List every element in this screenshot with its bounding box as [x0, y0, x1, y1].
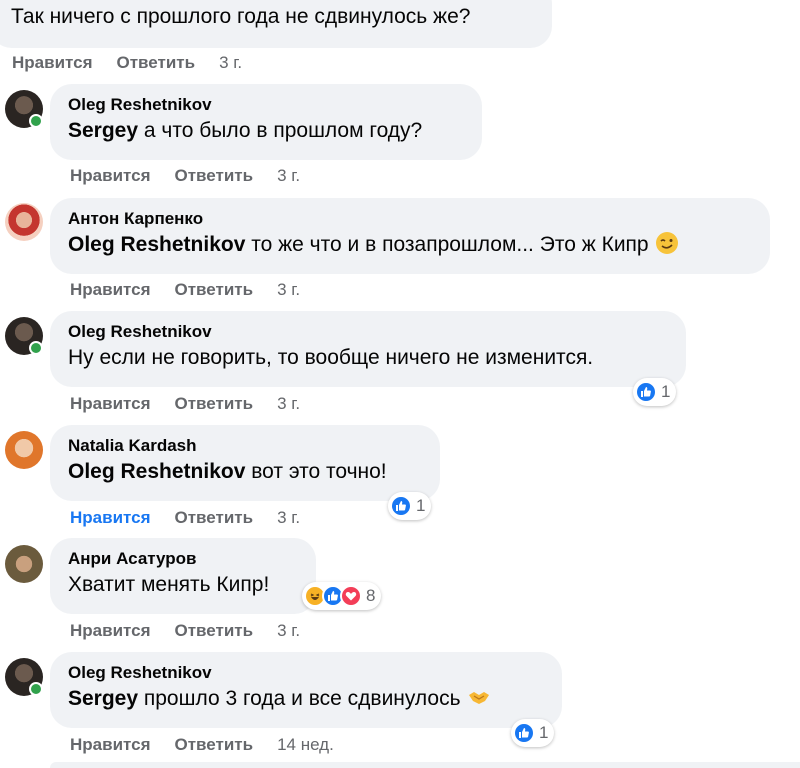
reaction-summary[interactable]: 1	[633, 378, 677, 406]
reply-button[interactable]: Ответить	[175, 394, 254, 414]
reply-button[interactable]: Ответить	[175, 166, 254, 186]
like-button[interactable]: Нравится	[70, 166, 151, 186]
comment-author[interactable]: Анри Асатуров	[68, 548, 298, 570]
comment-timestamp[interactable]: 3 г.	[219, 53, 242, 73]
like-reaction-icon	[390, 495, 412, 517]
avatar[interactable]	[5, 431, 43, 469]
like-reaction-icon	[635, 381, 657, 403]
like-button[interactable]: Нравится	[70, 394, 151, 414]
avatar[interactable]	[5, 203, 43, 241]
like-button[interactable]: Нравится	[70, 621, 151, 641]
like-button[interactable]: Нравится	[70, 280, 151, 300]
comment-body: вот это точно!	[245, 460, 387, 483]
mention-link[interactable]: Oleg Reshetnikov	[68, 460, 245, 483]
comment-body: а что было в прошлом году?	[138, 119, 423, 142]
reply-button[interactable]: Ответить	[175, 735, 254, 755]
mention-link[interactable]: Oleg Reshetnikov	[68, 233, 245, 256]
comment-bubble	[50, 762, 800, 768]
comment-timestamp[interactable]: 3 г.	[277, 166, 300, 186]
avatar[interactable]	[5, 545, 43, 583]
comment-author[interactable]: Oleg Reshetnikov	[68, 662, 544, 684]
comment-actions: Нравится Ответить 3 г.	[70, 280, 300, 300]
reaction-count: 1	[539, 723, 549, 742]
comment-bubble: Oleg Reshetnikov Ну если не говорить, то…	[50, 311, 686, 387]
reaction-summary[interactable]: 1	[388, 492, 432, 520]
comment-bubble: Natalia Kardash Oleg Reshetnikov вот это…	[50, 425, 440, 501]
comment-text: Oleg Reshetnikov вот это точно!	[68, 457, 422, 487]
comment-author[interactable]: Антон Карпенко	[68, 208, 752, 230]
comment-author[interactable]: Oleg Reshetnikov	[68, 94, 464, 116]
reaction-summary[interactable]: 8	[302, 582, 382, 610]
winking-face-emoji	[655, 232, 678, 254]
comment-timestamp[interactable]: 14 нед.	[277, 735, 334, 755]
comment-timestamp[interactable]: 3 г.	[277, 280, 300, 300]
comment-author[interactable]: Natalia Kardash	[68, 435, 422, 457]
comment-actions: Нравится Ответить 3 г.	[70, 508, 300, 528]
online-status-indicator	[29, 114, 43, 128]
love-reaction-icon	[340, 585, 362, 607]
mention-link[interactable]: Sergey	[68, 687, 138, 710]
like-button[interactable]: Нравится	[70, 508, 151, 528]
comment-text: Sergey прошло 3 года и все сдвинулось	[68, 684, 544, 714]
reply-button[interactable]: Ответить	[175, 280, 254, 300]
reaction-count: 8	[366, 586, 376, 605]
comment-text: Sergey а что было в прошлом году?	[68, 116, 464, 146]
reply-button[interactable]: Ответить	[175, 508, 254, 528]
comment-text: Хватит менять Кипр!	[68, 573, 270, 596]
reaction-count: 1	[661, 382, 671, 401]
comment-body: прошло 3 года и все сдвинулось	[138, 687, 461, 710]
comment-actions: Нравится Ответить 14 нед.	[70, 735, 334, 755]
reaction-summary[interactable]: 1	[511, 719, 555, 747]
reaction-count: 1	[416, 496, 426, 515]
comment-bubble: Oleg Reshetnikov Sergey прошло 3 года и …	[50, 652, 562, 728]
reply-button[interactable]: Ответить	[117, 53, 196, 73]
comment-bubble: Анри Асатуров Хватит менять Кипр!	[50, 538, 316, 614]
comment-bubble: Антон Карпенко Oleg Reshetnikov то же чт…	[50, 198, 770, 274]
comment-text: Ну если не говорить, то вообще ничего не…	[68, 346, 594, 369]
comment-actions: Нравится Ответить 3 г.	[12, 53, 242, 73]
comment-text: Oleg Reshetnikov то же что и в позапрошл…	[68, 230, 752, 260]
comment-text: Так ничего с прошлого года не сдвинулось…	[11, 5, 471, 28]
comment-actions: Нравится Ответить 3 г.	[70, 166, 300, 186]
like-button[interactable]: Нравится	[12, 53, 93, 73]
comment-body: то же что и в позапрошлом... Это ж Кипр	[245, 233, 649, 256]
mention-link[interactable]: Sergey	[68, 119, 138, 142]
handshake-emoji	[468, 692, 489, 704]
comment-bubble: Так ничего с прошлого года не сдвинулось…	[0, 0, 552, 48]
comment-actions: Нравится Ответить 3 г.	[70, 621, 300, 641]
online-status-indicator	[29, 682, 43, 696]
comment-bubble: Oleg Reshetnikov Sergey а что было в про…	[50, 84, 482, 160]
comment-author[interactable]: Oleg Reshetnikov	[68, 321, 668, 343]
reply-button[interactable]: Ответить	[175, 621, 254, 641]
like-reaction-icon	[513, 722, 535, 744]
online-status-indicator	[29, 341, 43, 355]
comment-actions: Нравится Ответить 3 г.	[70, 394, 300, 414]
comment-timestamp[interactable]: 3 г.	[277, 394, 300, 414]
comment-timestamp[interactable]: 3 г.	[277, 621, 300, 641]
like-button[interactable]: Нравится	[70, 735, 151, 755]
comment-timestamp[interactable]: 3 г.	[277, 508, 300, 528]
